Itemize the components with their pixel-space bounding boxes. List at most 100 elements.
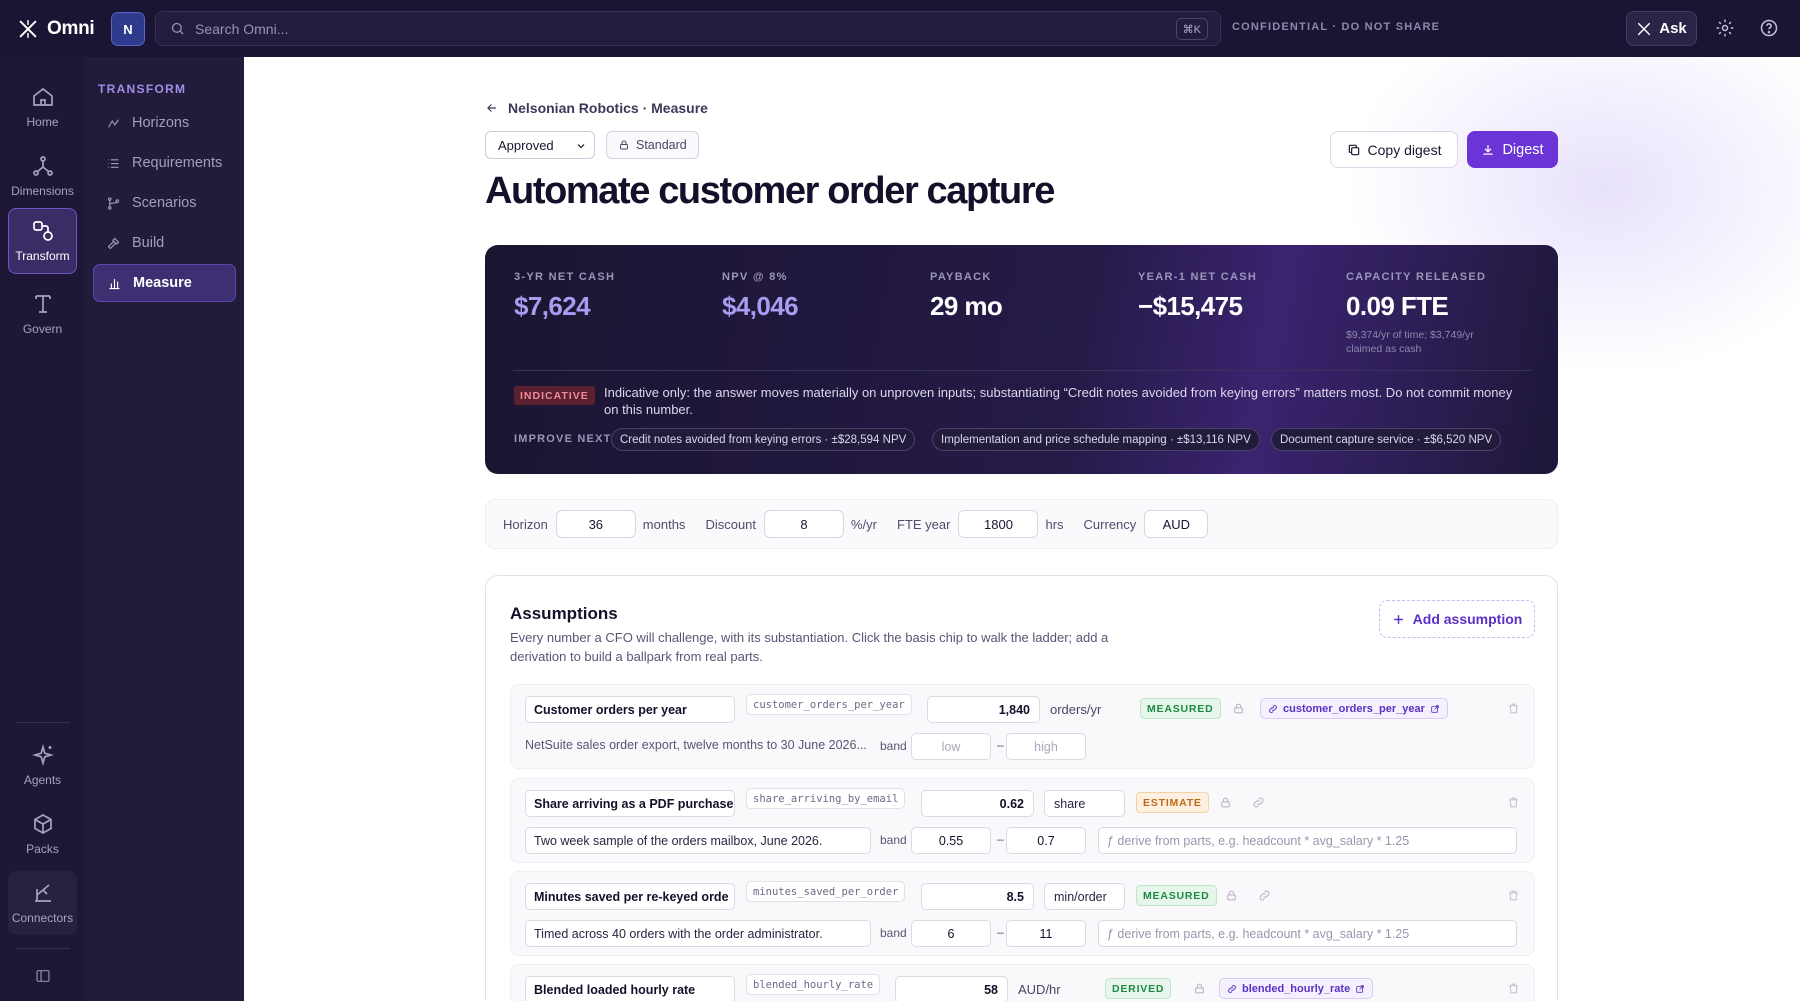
band-high-input[interactable]: high [1006, 733, 1086, 760]
settings-icon[interactable] [1715, 18, 1735, 38]
home-icon [32, 87, 53, 106]
ask-button[interactable]: Ask [1626, 11, 1697, 46]
band-separator: – [997, 925, 1004, 939]
fte-year-input[interactable]: 1800 [958, 510, 1039, 538]
currency-input[interactable]: AUD [1144, 510, 1209, 538]
linked-variable-chip[interactable]: customer_orders_per_year [1260, 698, 1448, 719]
improve-next-label: IMPROVE NEXT [514, 433, 612, 445]
lock-icon[interactable] [1232, 702, 1245, 715]
app-logo[interactable]: Omni [17, 18, 95, 40]
rail-item-label: Home [26, 115, 59, 129]
basis-badge[interactable]: ESTIMATE [1136, 792, 1209, 813]
subnav-item-build[interactable]: Build [93, 224, 236, 262]
assumption-note-input[interactable]: Two week sample of the orders mailbox, J… [525, 827, 871, 854]
horizon-input[interactable]: 36 [555, 510, 636, 538]
assumption-name-input[interactable]: Blended loaded hourly rate [525, 976, 735, 1001]
external-link-icon [1431, 704, 1439, 713]
breadcrumb-text: Nelsonian Robotics · Measure [508, 100, 708, 116]
rail-item-dimensions[interactable]: Dimensions [8, 144, 77, 208]
rail-item-agents[interactable]: Agents [8, 733, 77, 797]
subnav-item-requirements[interactable]: Requirements [93, 144, 236, 182]
linked-variable-chip[interactable]: blended_hourly_rate [1219, 978, 1374, 999]
divider [513, 370, 1531, 371]
lock-icon[interactable] [1219, 796, 1232, 809]
breadcrumb[interactable]: Nelsonian Robotics · Measure [485, 100, 708, 116]
derivation-input[interactable]: ƒ derive from parts, e.g. headcount * av… [1098, 920, 1517, 947]
derivation-input[interactable]: ƒ derive from parts, e.g. headcount * av… [1098, 827, 1517, 854]
band-low-input[interactable]: low [911, 733, 991, 760]
metric-label: PAYBACK [930, 271, 992, 283]
assumption-key[interactable]: blended_hourly_rate [746, 974, 881, 995]
band-low-input[interactable]: 6 [911, 920, 991, 947]
subnav-item-label: Scenarios [132, 195, 197, 211]
metric-value: 29 mo [930, 291, 1003, 321]
rail-item-connectors[interactable]: Connectors [8, 871, 77, 935]
band-high-input[interactable]: 0.7 [1006, 827, 1086, 854]
assumption-row: Minutes saved per re-keyed orde minutes_… [510, 871, 1535, 956]
assumption-note-input[interactable]: Timed across 40 orders with the order ad… [525, 920, 871, 947]
rail-item-packs[interactable]: Packs [8, 802, 77, 866]
rail-item-home[interactable]: Home [8, 75, 77, 139]
band-high-input[interactable]: 11 [1006, 920, 1086, 947]
band-low-input[interactable]: 0.55 [911, 827, 991, 854]
discount-unit: %/yr [851, 516, 878, 532]
search-placeholder: Search Omni... [195, 20, 289, 37]
improve-chip[interactable]: Implementation and price schedule mappin… [932, 428, 1260, 451]
assumption-name-input[interactable]: Share arriving as a PDF purchase [525, 790, 735, 817]
rail-item-label: Connectors [11, 911, 74, 925]
trash-icon[interactable] [1507, 982, 1520, 995]
assumption-unit: orders/yr [1050, 702, 1102, 717]
assumption-note[interactable]: NetSuite sales order export, twelve mont… [525, 738, 870, 752]
download-icon [1483, 144, 1494, 155]
basis-badge[interactable]: DERIVED [1105, 978, 1172, 999]
assumption-unit-input[interactable]: min/order [1044, 883, 1125, 910]
status-select[interactable]: Approved [485, 131, 595, 159]
improve-chip[interactable]: Document capture service · ±$6,520 NPV [1271, 428, 1502, 451]
top-bar: Omni N Search Omni... ⌘K CONFIDENTIAL · … [0, 0, 1800, 57]
assumption-unit-input[interactable]: share [1044, 790, 1125, 817]
basis-badge[interactable]: MEASURED [1140, 698, 1221, 719]
copy-digest-button[interactable]: Copy digest [1330, 131, 1458, 168]
link-icon[interactable] [1252, 796, 1265, 809]
rail-item-govern[interactable]: Govern [8, 282, 77, 346]
basis-badge[interactable]: MEASURED [1136, 885, 1217, 906]
horizons-icon [108, 118, 119, 128]
tier-chip[interactable]: Standard [606, 131, 699, 159]
metric-value: −$15,475 [1138, 291, 1243, 321]
search-input[interactable]: Search Omni... ⌘K [155, 11, 1221, 46]
subnav-item-measure[interactable]: Measure [93, 264, 236, 302]
assumption-key[interactable]: minutes_saved_per_order [746, 881, 906, 902]
help-icon[interactable] [1759, 18, 1779, 38]
assumption-value-input[interactable]: 1,840 [927, 696, 1040, 723]
assumption-name-input[interactable]: Minutes saved per re-keyed orde [525, 883, 735, 910]
assumption-value-input[interactable]: 8.5 [921, 883, 1034, 910]
discount-input[interactable]: 8 [764, 510, 845, 538]
improve-chip[interactable]: Credit notes avoided from keying errors … [611, 428, 916, 451]
rail-item-transform[interactable]: Transform [8, 208, 77, 274]
lock-icon[interactable] [1193, 982, 1206, 995]
plus-icon [1393, 614, 1403, 624]
assumption-key[interactable]: customer_orders_per_year [746, 694, 912, 715]
assumption-value-input[interactable]: 58 [895, 976, 1008, 1001]
package-icon [33, 814, 52, 834]
rail-item-label: Agents [23, 773, 62, 787]
assumption-key[interactable]: share_arriving_by_email [746, 788, 906, 809]
subnav-item-scenarios[interactable]: Scenarios [93, 184, 236, 222]
main-content: Nelsonian Robotics · Measure Approved St… [244, 57, 1800, 1001]
assumption-name-input[interactable]: Customer orders per year [525, 696, 735, 723]
add-assumption-button[interactable]: Add assumption [1379, 600, 1535, 638]
trash-icon[interactable] [1507, 796, 1520, 809]
trash-icon[interactable] [1507, 702, 1520, 715]
workspace-avatar[interactable]: N [111, 12, 145, 46]
horizon-unit: months [642, 516, 686, 532]
subnav-item-label: Build [132, 235, 165, 251]
link-icon[interactable] [1258, 889, 1271, 902]
metric-label: CAPACITY RELEASED [1346, 271, 1487, 283]
assumption-unit: AUD/hr [1018, 982, 1061, 997]
assumption-value-input[interactable]: 0.62 [921, 790, 1034, 817]
subnav-item-horizons[interactable]: Horizons [93, 104, 236, 142]
trash-icon[interactable] [1507, 889, 1520, 902]
lock-icon[interactable] [1225, 889, 1238, 902]
digest-button[interactable]: Digest [1467, 131, 1558, 168]
collapse-sidebar-icon[interactable] [35, 968, 51, 984]
